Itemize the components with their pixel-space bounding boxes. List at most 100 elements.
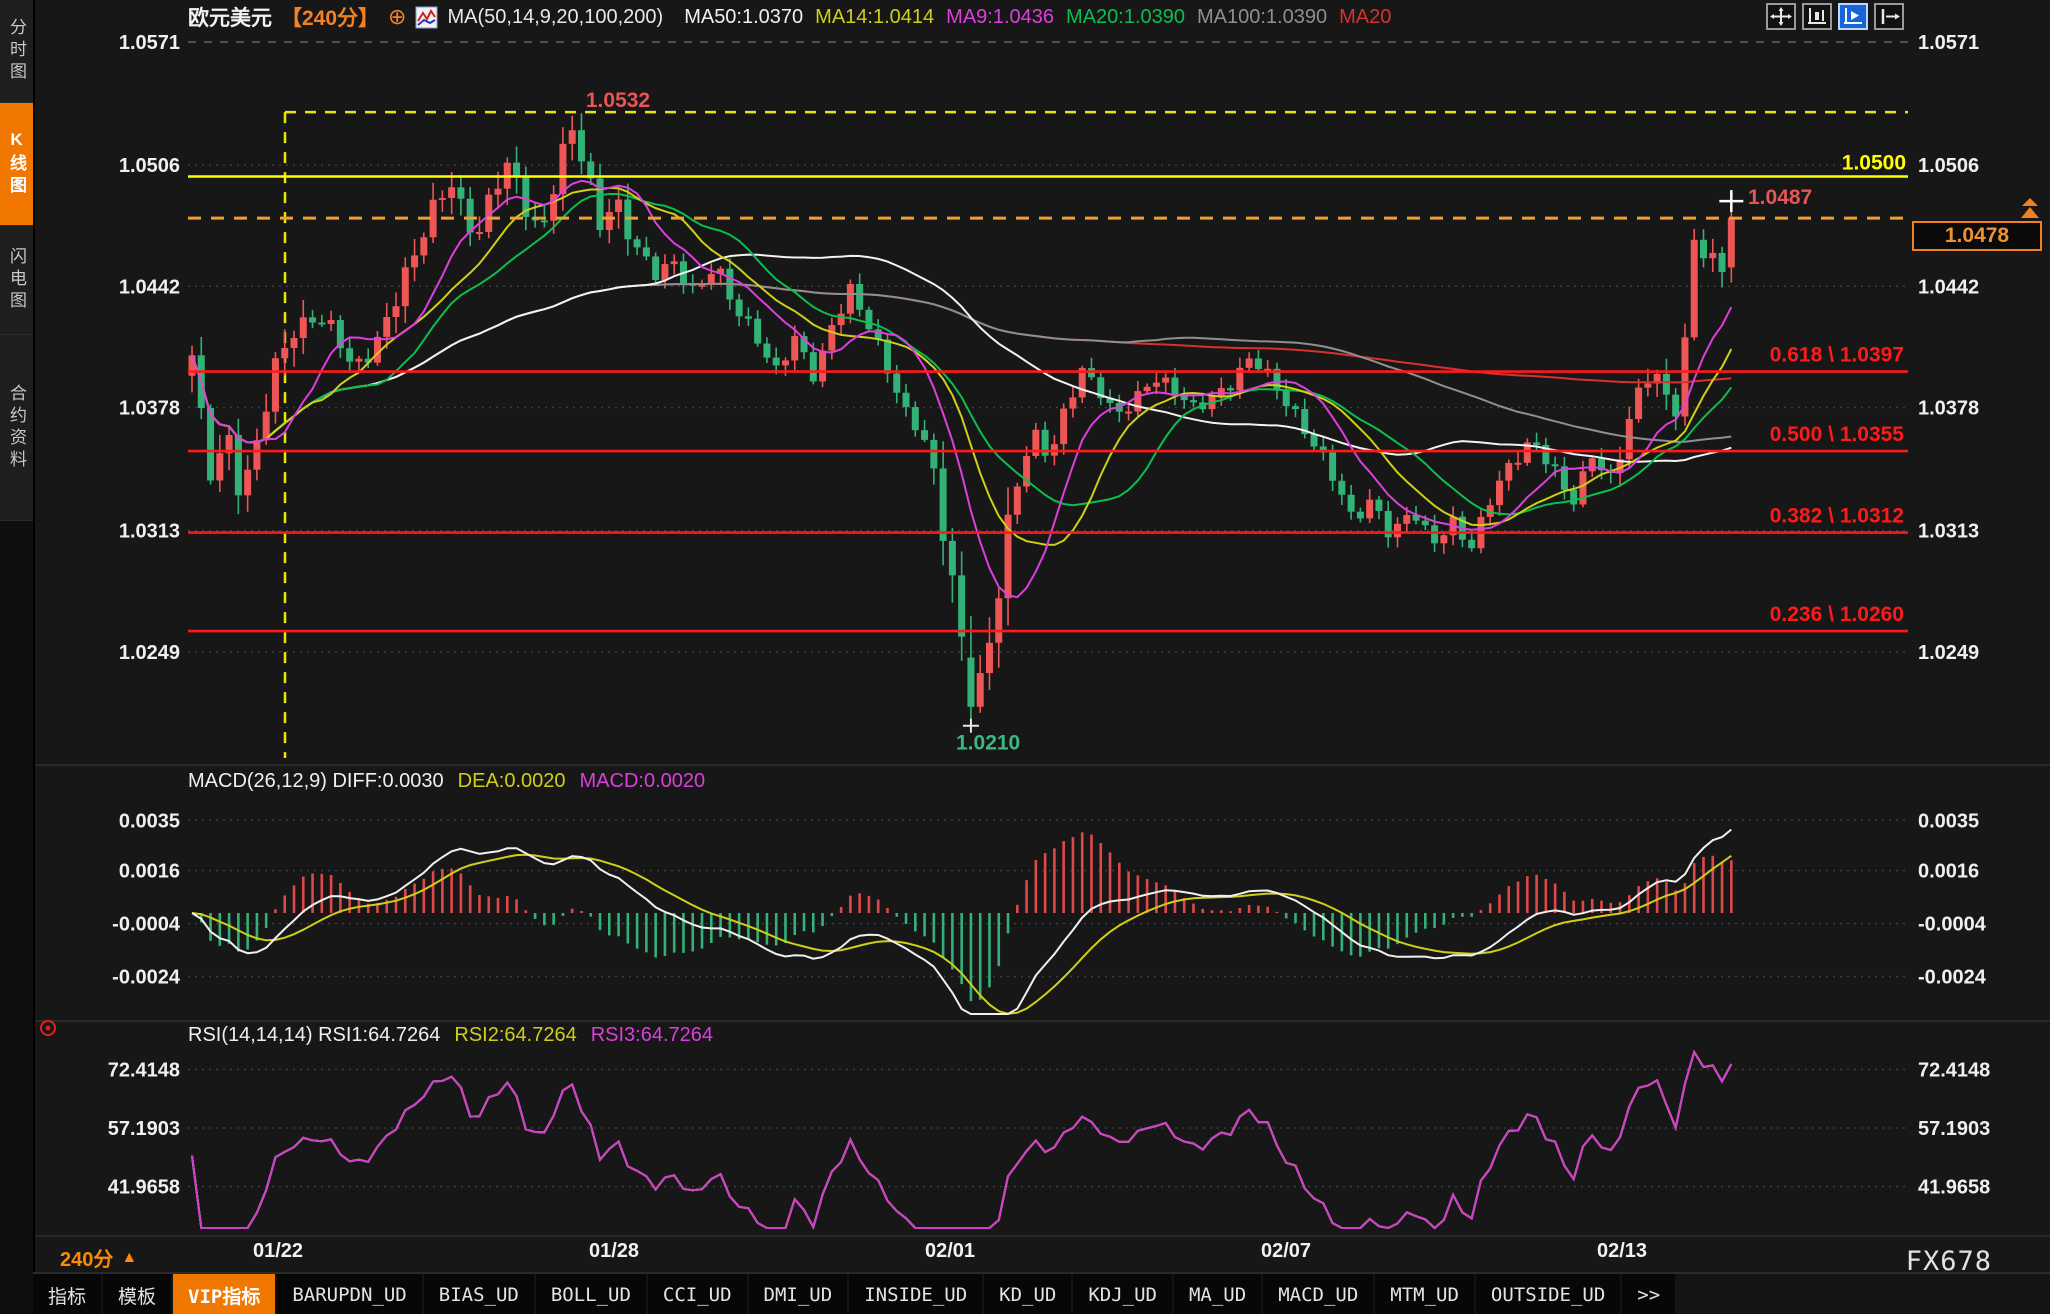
move-icon[interactable] (1766, 3, 1796, 30)
toolbar-button-MA_UD[interactable]: MA_UD (1174, 1274, 1261, 1314)
ma-value-label: MA20 (1339, 6, 1391, 28)
sidebar-item-合约资料[interactable]: 合约资料 (0, 335, 33, 521)
candle-body (763, 344, 770, 358)
fib-label: 0.382 \ 1.0312 (1770, 505, 1904, 528)
price-axis-label: 1.0442 (1918, 276, 1979, 298)
date-label: 01/28 (589, 1240, 639, 1263)
toolbar-button-OUTSIDE_UD[interactable]: OUTSIDE_UD (1476, 1274, 1620, 1314)
axis-scale-active-icon[interactable] (1838, 3, 1868, 30)
candle-body (1246, 358, 1253, 367)
toolbar-button-CCI_UD[interactable]: CCI_UD (648, 1274, 747, 1314)
candle-body (355, 359, 362, 362)
toolbar-button-INSIDE_UD[interactable]: INSIDE_UD (849, 1274, 982, 1314)
candle-body (930, 440, 937, 469)
price-axis-label: 72.4148 (1918, 1059, 1990, 1081)
sidebar-item-闪电图[interactable]: 闪电图 (0, 226, 33, 335)
target-icon[interactable] (38, 1018, 58, 1043)
axis-scale-left-icon[interactable] (1802, 3, 1832, 30)
up-arrow-icon (2018, 198, 2042, 225)
candle-body (1691, 240, 1698, 338)
candle-body (652, 256, 659, 280)
bottom-toolbar: 指标模板VIP指标BARUPDN_UDBIAS_UDBOLL_UDCCI_UDD… (33, 1272, 2050, 1314)
candle-body (995, 598, 1002, 643)
candle-body (346, 348, 353, 361)
candle-body (1069, 397, 1076, 408)
candle-body (541, 220, 548, 222)
macd-header: MACD(26,12,9) DIFF:0.0030DEA:0.0020MACD:… (188, 770, 719, 793)
candle-body (671, 261, 678, 264)
price-axis-label: 1.0506 (119, 155, 180, 177)
candle-body (1644, 384, 1651, 388)
candle-body (439, 198, 446, 200)
price-axis-label: 1.0249 (1918, 642, 1979, 664)
trading-app: 0.618 \ 1.03970.500 \ 1.03550.382 \ 1.03… (0, 0, 2050, 1314)
price-axis-label: 72.4148 (108, 1059, 180, 1081)
candle-body (281, 348, 288, 358)
toolbar-button-KD_UD[interactable]: KD_UD (984, 1274, 1071, 1314)
plus-circle-icon[interactable]: ⊕ (388, 7, 406, 27)
toolbar-button-KDJ_UD[interactable]: KDJ_UD (1073, 1274, 1172, 1314)
axis-shift-right-icon[interactable] (1874, 3, 1904, 30)
candle-body (949, 541, 956, 575)
candle-body (1394, 524, 1401, 537)
sidebar-item-K线图[interactable]: K线图 (0, 103, 33, 226)
toolbar-button-DMI_UD[interactable]: DMI_UD (749, 1274, 848, 1314)
candle-body (1709, 253, 1716, 258)
macd-header-part: MACD:0.0020 (580, 770, 706, 792)
candle-body (402, 267, 409, 306)
candle-body (847, 284, 854, 314)
candle-body (1515, 463, 1522, 465)
candle-body (1014, 487, 1021, 515)
toolbar-button-BIAS_UD[interactable]: BIAS_UD (424, 1274, 534, 1314)
candle-body (235, 435, 242, 495)
candle-body (253, 440, 260, 469)
toolbar-button-MTM_UD[interactable]: MTM_UD (1375, 1274, 1474, 1314)
chart-logo-icon[interactable] (415, 6, 438, 29)
candle-body (448, 187, 455, 198)
candle-body (958, 575, 965, 636)
candle-body (1626, 419, 1633, 459)
candle-body (1422, 521, 1429, 526)
candle-body (300, 317, 307, 338)
candle-body (328, 320, 335, 324)
candle-body (903, 393, 910, 407)
candle-body (754, 319, 761, 344)
candle-body (1311, 434, 1318, 446)
candle-body (791, 336, 798, 360)
current-price-box: 1.0478 (1912, 221, 2042, 251)
macd-header-part: DEA:0.0020 (458, 770, 566, 792)
toolbar-button-BOLL_UD[interactable]: BOLL_UD (536, 1274, 646, 1314)
toolbar-button-VIP指标[interactable]: VIP指标 (173, 1274, 275, 1314)
candle-body (1338, 481, 1345, 495)
ma-values: MA50:1.0370MA14:1.0414MA9:1.0436MA20:1.0… (672, 6, 1391, 29)
toolbar-button-BARUPDN_UD[interactable]: BARUPDN_UD (277, 1274, 421, 1314)
candle-body (383, 317, 390, 337)
ma-value-label: MA9:1.0436 (946, 6, 1054, 28)
candle-body (1700, 240, 1707, 258)
candle-body (1144, 387, 1151, 391)
toolbar-button-模板[interactable]: 模板 (103, 1274, 171, 1314)
rsi-header: RSI(14,14,14) RSI1:64.7264RSI2:64.7264RS… (188, 1024, 727, 1047)
candle-body (940, 468, 947, 540)
timeframe-label[interactable]: 【240分】 (281, 2, 379, 32)
date-label: 02/07 (1261, 1240, 1311, 1263)
price-axis-label: -0.0004 (1918, 914, 1987, 936)
candle-body (457, 187, 464, 198)
toolbar-button->>[interactable]: >> (1622, 1274, 1675, 1314)
price-axis-label: 41.9658 (1918, 1177, 1990, 1199)
candle-body (1468, 540, 1475, 548)
rsi-header-part: RSI2:64.7264 (454, 1024, 576, 1046)
candle-body (1570, 490, 1577, 505)
candle-body (569, 130, 576, 144)
fib-label: 0.236 \ 1.0260 (1770, 603, 1904, 626)
ma-value-label: MA20:1.0390 (1066, 6, 1185, 28)
price-axis-label: 1.0571 (1918, 32, 1979, 54)
toolbar-button-指标[interactable]: 指标 (33, 1274, 101, 1314)
price-axis-label: 1.0249 (119, 642, 180, 664)
toolbar-button-MACD_UD[interactable]: MACD_UD (1263, 1274, 1373, 1314)
price-axis-label: -0.0004 (112, 914, 181, 936)
date-label: 02/01 (925, 1240, 975, 1263)
last-high-label: 1.0487 (1748, 186, 1812, 209)
sidebar-item-分时图[interactable]: 分时图 (0, 0, 33, 103)
chart-canvas[interactable]: 0.618 \ 1.03970.500 \ 1.03550.382 \ 1.03… (0, 0, 2050, 1314)
